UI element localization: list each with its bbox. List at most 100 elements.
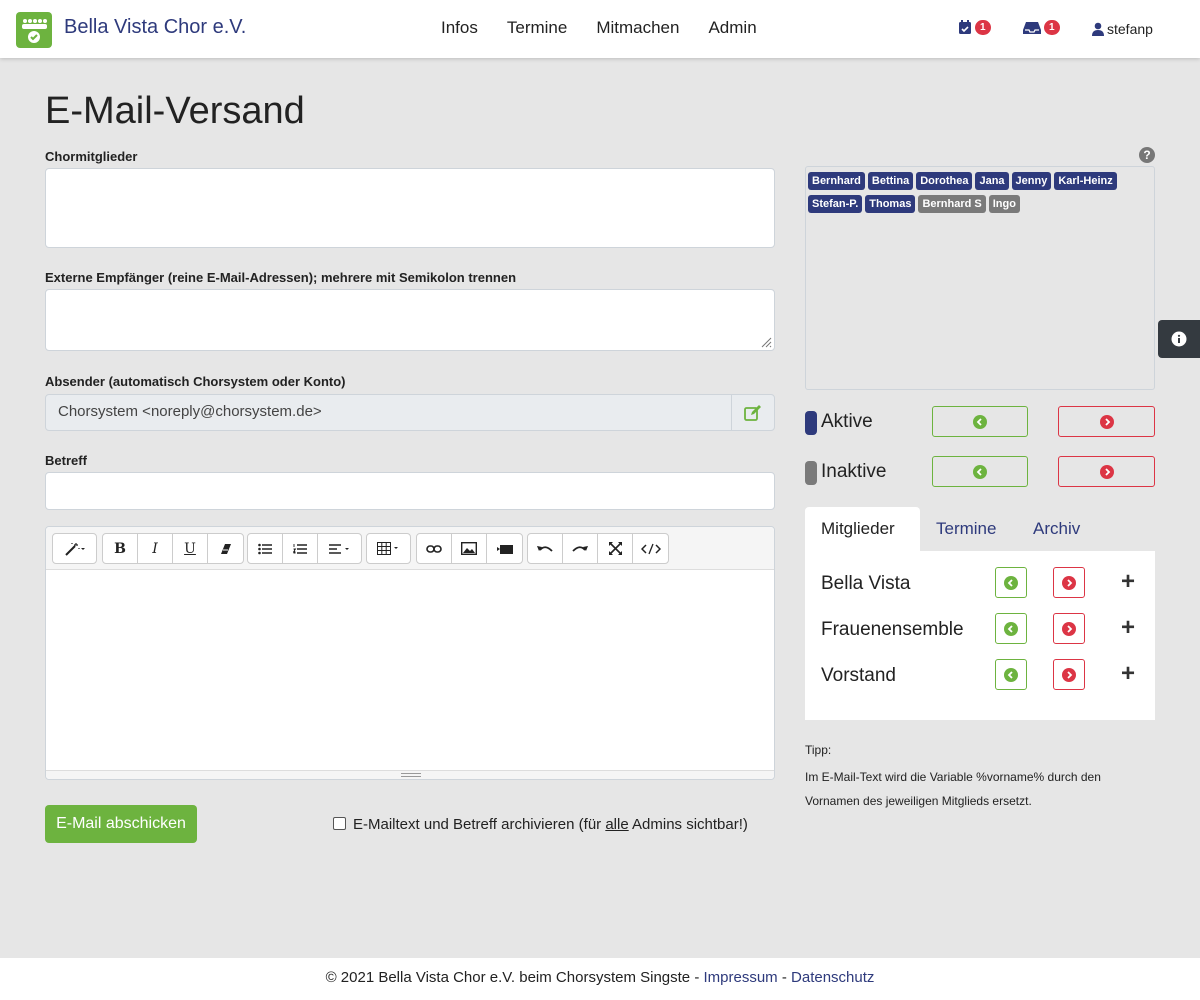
group-row: Vorstand + <box>805 659 1155 691</box>
recipient-tag[interactable]: Jana <box>975 172 1009 190</box>
recipient-tag[interactable]: Jenny <box>1011 172 1052 190</box>
group-name: Vorstand <box>821 665 896 686</box>
link-icon[interactable] <box>417 534 452 563</box>
recipient-list[interactable]: Bernhard Bettina Dorothea Jana Jenny Kar… <box>805 166 1155 390</box>
italic-icon[interactable]: I <box>138 534 173 563</box>
style-group <box>52 533 97 564</box>
plus-icon[interactable]: + <box>1121 616 1135 640</box>
recipient-tag[interactable]: Dorothea <box>916 172 973 190</box>
undo-icon[interactable] <box>528 534 563 563</box>
recipient-tag[interactable]: Karl-Heinz <box>1054 172 1117 190</box>
subject-input[interactable] <box>45 472 775 510</box>
add-aktive-button[interactable] <box>932 406 1028 437</box>
plus-icon[interactable]: + <box>1121 662 1135 686</box>
tab-termine[interactable]: Termine <box>920 507 1012 551</box>
user-icon <box>1092 22 1104 36</box>
ordered-list-icon[interactable] <box>283 534 318 563</box>
remove-group-button[interactable] <box>1053 659 1085 690</box>
plus-icon[interactable]: + <box>1121 570 1135 594</box>
tab-archiv[interactable]: Archiv <box>1017 507 1096 551</box>
help-icon[interactable]: ? <box>1139 147 1155 163</box>
chevron-left-circle-icon <box>1004 667 1018 682</box>
editor-resize-bar[interactable] <box>46 770 774 779</box>
tab-mitglieder[interactable]: Mitglieder <box>805 507 920 551</box>
datenschutz-link[interactable]: Datenschutz <box>791 969 874 986</box>
resize-grip-icon[interactable] <box>760 336 772 348</box>
aktive-label: Aktive <box>821 411 873 432</box>
recipient-tabs: Mitglieder Termine Archiv <box>805 507 1155 551</box>
remove-group-button[interactable] <box>1053 613 1085 644</box>
calendar-check-icon <box>959 20 971 34</box>
add-group-button[interactable] <box>995 659 1027 690</box>
table-icon[interactable] <box>367 534 410 563</box>
inaktive-swatch <box>805 461 817 485</box>
nav-infos[interactable]: Infos <box>441 18 478 38</box>
nav-admin[interactable]: Admin <box>708 18 756 38</box>
members-field[interactable] <box>45 168 775 248</box>
underline-icon[interactable]: U <box>173 534 208 563</box>
external-recipients-label: Externe Empfänger (reine E-Mail-Adressen… <box>45 270 517 285</box>
aktive-swatch <box>805 411 817 435</box>
rich-text-editor: B I U <box>45 526 775 780</box>
sender-input[interactable]: Chorsystem <noreply@chorsystem.de> <box>45 394 732 431</box>
external-recipients-textarea[interactable] <box>45 289 775 351</box>
video-icon[interactable] <box>487 534 522 563</box>
archive-label: E-Mailtext und Betreff archivieren (für … <box>353 816 748 833</box>
unordered-list-icon[interactable] <box>248 534 283 563</box>
chevron-left-circle-icon <box>1004 621 1018 636</box>
insert-group <box>416 533 523 564</box>
magic-wand-icon[interactable] <box>53 534 96 563</box>
add-group-button[interactable] <box>995 567 1027 598</box>
nav-termine[interactable]: Termine <box>507 18 567 38</box>
recipient-tag[interactable]: Stefan-P. <box>808 195 863 213</box>
impressum-link[interactable]: Impressum <box>703 969 777 986</box>
remove-group-button[interactable] <box>1053 567 1085 598</box>
main-menu: Infos Termine Mitmachen Admin <box>441 18 786 38</box>
info-side-button[interactable] <box>1158 320 1200 358</box>
send-email-button[interactable]: E-Mail abschicken <box>45 805 197 843</box>
subject-label: Betreff <box>45 453 87 468</box>
image-icon[interactable] <box>452 534 487 563</box>
chevron-right-circle-icon <box>1099 414 1114 429</box>
recipient-tag[interactable]: Bernhard S <box>918 195 986 213</box>
edit-icon <box>744 404 761 421</box>
redo-icon[interactable] <box>563 534 598 563</box>
nav-mitmachen[interactable]: Mitmachen <box>596 18 679 38</box>
chevron-right-circle-icon <box>1062 575 1076 590</box>
user-name: stefanp <box>1107 21 1153 37</box>
user-menu[interactable]: stefanp <box>1092 21 1153 37</box>
calendar-notifications[interactable]: 1 <box>958 20 991 35</box>
archive-checkbox[interactable] <box>333 816 346 830</box>
remove-inaktive-button[interactable] <box>1058 456 1155 487</box>
recipient-tag[interactable]: Thomas <box>865 195 916 213</box>
members-label: Chormitglieder <box>45 149 138 164</box>
add-group-button[interactable] <box>995 613 1027 644</box>
chevron-right-circle-icon <box>1062 621 1076 636</box>
info-icon <box>1171 331 1187 347</box>
eraser-icon[interactable] <box>208 534 243 563</box>
recipient-tag[interactable]: Ingo <box>988 195 1020 213</box>
remove-aktive-button[interactable] <box>1058 406 1155 437</box>
recipient-tag[interactable]: Bettina <box>867 172 914 190</box>
recipient-tags: Bernhard Bettina Dorothea Jana Jenny Kar… <box>807 171 1154 217</box>
archive-option[interactable]: E-Mailtext und Betreff archivieren (für … <box>333 816 748 833</box>
grip-icon <box>401 773 421 777</box>
add-inaktive-button[interactable] <box>932 456 1028 487</box>
fullscreen-icon[interactable] <box>598 534 633 563</box>
bold-icon[interactable]: B <box>103 534 138 563</box>
group-name: Bella Vista <box>821 573 911 594</box>
edit-sender-button[interactable] <box>731 394 775 431</box>
brand-name[interactable]: Bella Vista Chor e.V. <box>64 16 246 39</box>
inbox-notifications[interactable]: 1 <box>1023 20 1060 35</box>
misc-group <box>527 533 669 564</box>
page-title: E-Mail-Versand <box>45 90 305 132</box>
status-row-aktive: Aktive <box>805 406 1155 437</box>
tip-text: Im E-Mail-Text wird die Variable %vornam… <box>805 770 1101 808</box>
align-icon[interactable] <box>318 534 361 563</box>
group-name: Frauenensemble <box>821 619 964 640</box>
editor-toolbar: B I U <box>46 527 774 570</box>
code-view-icon[interactable] <box>633 534 668 563</box>
recipient-tag[interactable]: Bernhard <box>808 172 865 190</box>
choir-people-check-icon[interactable] <box>16 12 52 48</box>
editor-content-area[interactable] <box>46 570 774 770</box>
